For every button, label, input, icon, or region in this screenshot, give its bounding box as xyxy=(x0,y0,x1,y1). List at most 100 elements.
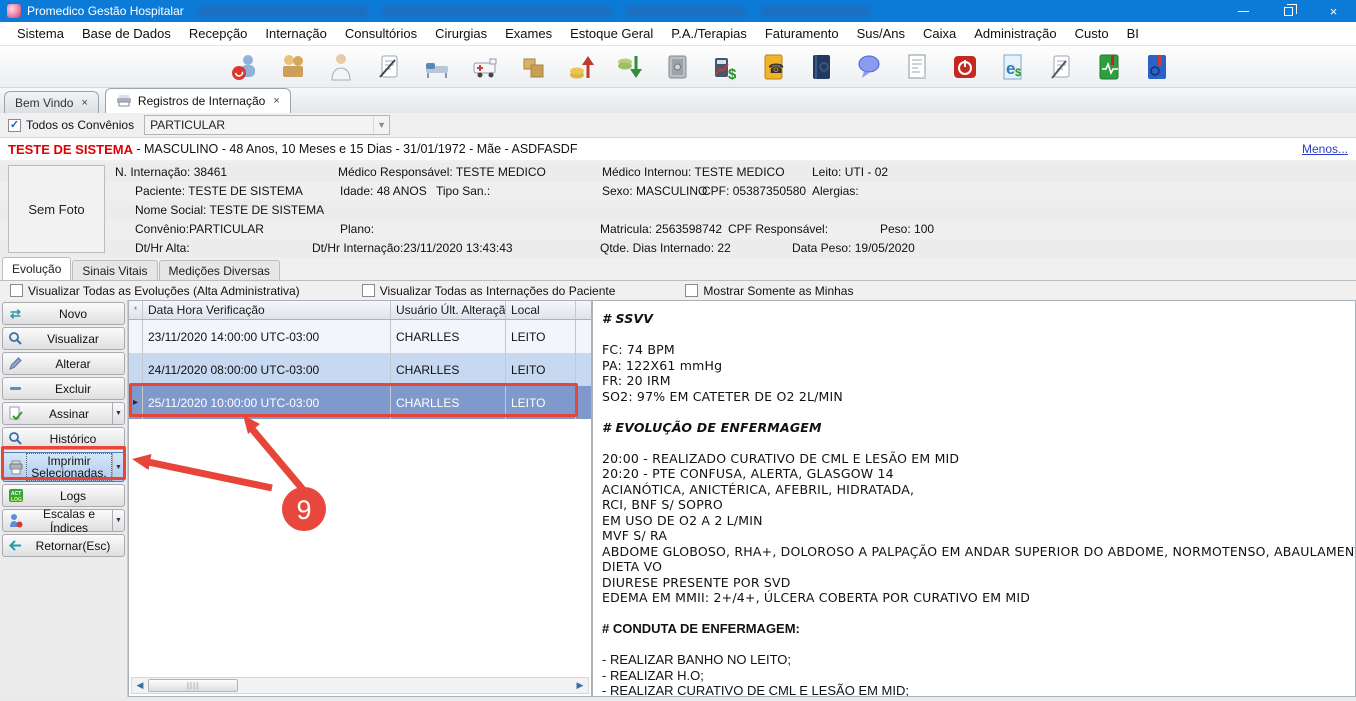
historico-label: Histórico xyxy=(26,432,120,446)
grid-row[interactable]: 23/11/2020 14:00:00 UTC-03:00 CHARLLES L… xyxy=(129,320,591,353)
field-peso: Peso: 100 xyxy=(880,222,934,236)
escalas-indices-button[interactable]: Escalas e Índices ▼ xyxy=(2,509,125,532)
field-medico-responsavel: Médico Responsável: TESTE MEDICO xyxy=(338,165,546,179)
patient-info-row: Nome Social: TESTE DE SISTEMA xyxy=(0,201,1356,220)
scroll-right-icon[interactable]: ▶ xyxy=(572,680,588,691)
note-line: PA: 122X61 mmHg xyxy=(602,358,1355,374)
imprimir-label: Imprimir Selecionadas. xyxy=(26,453,112,481)
close-button[interactable]: × xyxy=(1311,0,1356,22)
chat-icon[interactable] xyxy=(852,50,886,84)
tab-evolucao[interactable]: Evolução xyxy=(2,257,71,280)
mostrar-somente-minhas-checkbox[interactable] xyxy=(685,284,698,297)
minus-icon xyxy=(7,381,24,396)
historico-button[interactable]: Histórico xyxy=(2,427,125,450)
medical-records-icon[interactable] xyxy=(1140,50,1174,84)
hospital-bed-icon[interactable] xyxy=(420,50,454,84)
menu-caixa[interactable]: Caixa xyxy=(914,23,965,44)
visualizar-todas-internacoes-checkbox[interactable] xyxy=(362,284,375,297)
note-line: FC: 74 BPM xyxy=(602,342,1355,358)
assinar-button[interactable]: Assinar ▼ xyxy=(2,402,125,425)
logs-label: Logs xyxy=(26,489,120,503)
tab-registros-internacao[interactable]: Registros de Internação × xyxy=(105,88,291,113)
menu-sus-ans[interactable]: Sus/Ans xyxy=(848,23,914,44)
imprimir-selecionadas-button[interactable]: Imprimir Selecionadas. ▼ xyxy=(2,452,125,482)
phone-directory-icon[interactable]: ☎ xyxy=(756,50,790,84)
patient-summary: - MASCULINO - 48 Anos, 10 Meses e 15 Dia… xyxy=(136,142,577,156)
todos-convenios-checkbox[interactable] xyxy=(8,119,21,132)
stock-supplies-icon[interactable] xyxy=(516,50,550,84)
grid-row[interactable]: 24/11/2020 08:00:00 UTC-03:00 CHARLLES L… xyxy=(129,353,591,386)
electronic-billing-icon[interactable]: e$ xyxy=(996,50,1030,84)
convenio-dropdown[interactable]: PARTICULAR ▼ xyxy=(144,115,390,135)
sync-patient-icon[interactable] xyxy=(228,50,262,84)
prescription-icon[interactable] xyxy=(372,50,406,84)
tab-bem-vindo[interactable]: Bem Vindo × xyxy=(4,91,99,113)
note-line: - REALIZAR BANHO NO LEITO; xyxy=(602,652,1355,668)
menu-exames[interactable]: Exames xyxy=(496,23,561,44)
minimize-button[interactable] xyxy=(1221,0,1266,22)
tab-medicoes-diversas[interactable]: Medições Diversas xyxy=(159,260,280,280)
note-line: DIURESE PRESENTE POR SVD xyxy=(602,575,1355,591)
menu-cirurgias[interactable]: Cirurgias xyxy=(426,23,496,44)
scrollbar-thumb[interactable]: |||| xyxy=(148,679,238,692)
menu-recepcao[interactable]: Recepção xyxy=(180,23,257,44)
convenio-dropdown-value: PARTICULAR xyxy=(150,118,225,132)
menos-link[interactable]: Menos... xyxy=(1302,142,1348,156)
horizontal-scrollbar[interactable]: ◀ |||| ▶ xyxy=(131,677,589,694)
imprimir-dropdown-arrow[interactable]: ▼ xyxy=(112,453,124,481)
doctor-icon[interactable] xyxy=(324,50,358,84)
novo-button[interactable]: ⇄ Novo xyxy=(2,302,125,325)
mostrar-somente-minhas-label: Mostrar Somente as Minhas xyxy=(703,284,853,298)
novo-label: Novo xyxy=(26,307,120,321)
field-leito: Leito: UTI - 02 xyxy=(812,165,888,179)
grid-row-selected[interactable]: ▸ 25/11/2020 10:00:00 UTC-03:00 CHARLLES… xyxy=(129,386,591,419)
excluir-button[interactable]: Excluir xyxy=(2,377,125,400)
menu-consultorios[interactable]: Consultórios xyxy=(336,23,426,44)
tab-close-icon[interactable]: × xyxy=(273,95,279,107)
revenue-up-icon[interactable] xyxy=(564,50,598,84)
tab-close-icon[interactable]: × xyxy=(81,97,87,109)
note-line: EDEMA EM MMII: 2+/4+, ÚLCERA COBERTA POR… xyxy=(602,590,1355,606)
visualizar-todas-evolucoes-checkbox[interactable] xyxy=(10,284,23,297)
vitals-log-icon[interactable] xyxy=(1092,50,1126,84)
invoice-icon[interactable] xyxy=(900,50,934,84)
retornar-button[interactable]: Retornar(Esc) xyxy=(2,534,125,557)
billing-calculator-icon[interactable]: $ xyxy=(708,50,742,84)
menu-bi[interactable]: BI xyxy=(1118,23,1148,44)
menu-faturamento[interactable]: Faturamento xyxy=(756,23,848,44)
scroll-left-icon[interactable]: ◀ xyxy=(132,680,148,691)
field-sexo: Sexo: MASCULINO xyxy=(602,184,707,198)
logs-button[interactable]: ACTLOG Logs xyxy=(2,484,125,507)
menu-sistema[interactable]: Sistema xyxy=(8,23,73,44)
menu-internacao[interactable]: Internação xyxy=(256,23,335,44)
app-icon xyxy=(7,4,21,18)
ledger-book-icon[interactable] xyxy=(804,50,838,84)
menu-base-de-dados[interactable]: Base de Dados xyxy=(73,23,180,44)
patient-info-row: Dt/Hr Alta: Dt/Hr Internação:23/11/2020 … xyxy=(0,239,1356,258)
col-data-hora[interactable]: Data Hora Verificação xyxy=(143,301,391,319)
ambulance-icon[interactable] xyxy=(468,50,502,84)
menu-administracao[interactable]: Administração xyxy=(965,23,1065,44)
menu-estoque-geral[interactable]: Estoque Geral xyxy=(561,23,662,44)
escalas-dropdown-arrow[interactable]: ▼ xyxy=(112,510,124,531)
note-line: # SSVV xyxy=(602,311,1355,327)
tab-sinais-vitais[interactable]: Sinais Vitais xyxy=(72,260,157,280)
alterar-button[interactable]: Alterar xyxy=(2,352,125,375)
menu-pa-terapias[interactable]: P.A./Terapias xyxy=(662,23,756,44)
safe-icon[interactable] xyxy=(660,50,694,84)
col-local[interactable]: Local xyxy=(506,301,576,319)
patient-name: TESTE DE SISTEMA xyxy=(8,142,133,157)
restore-button[interactable] xyxy=(1266,0,1311,22)
expense-down-icon[interactable] xyxy=(612,50,646,84)
power-icon[interactable] xyxy=(948,50,982,84)
back-arrow-icon xyxy=(7,538,24,553)
menu-custo[interactable]: Custo xyxy=(1066,23,1118,44)
visualizar-button[interactable]: Visualizar xyxy=(2,327,125,350)
visualizar-label: Visualizar xyxy=(26,332,120,346)
col-usuario[interactable]: Usuário Últ. Alteração xyxy=(391,301,506,319)
cell-user: CHARLLES xyxy=(391,320,506,353)
document-sign-icon[interactable] xyxy=(1044,50,1078,84)
assinar-dropdown-arrow[interactable]: ▼ xyxy=(112,403,124,424)
reception-icon[interactable] xyxy=(276,50,310,84)
note-line xyxy=(602,606,1355,622)
